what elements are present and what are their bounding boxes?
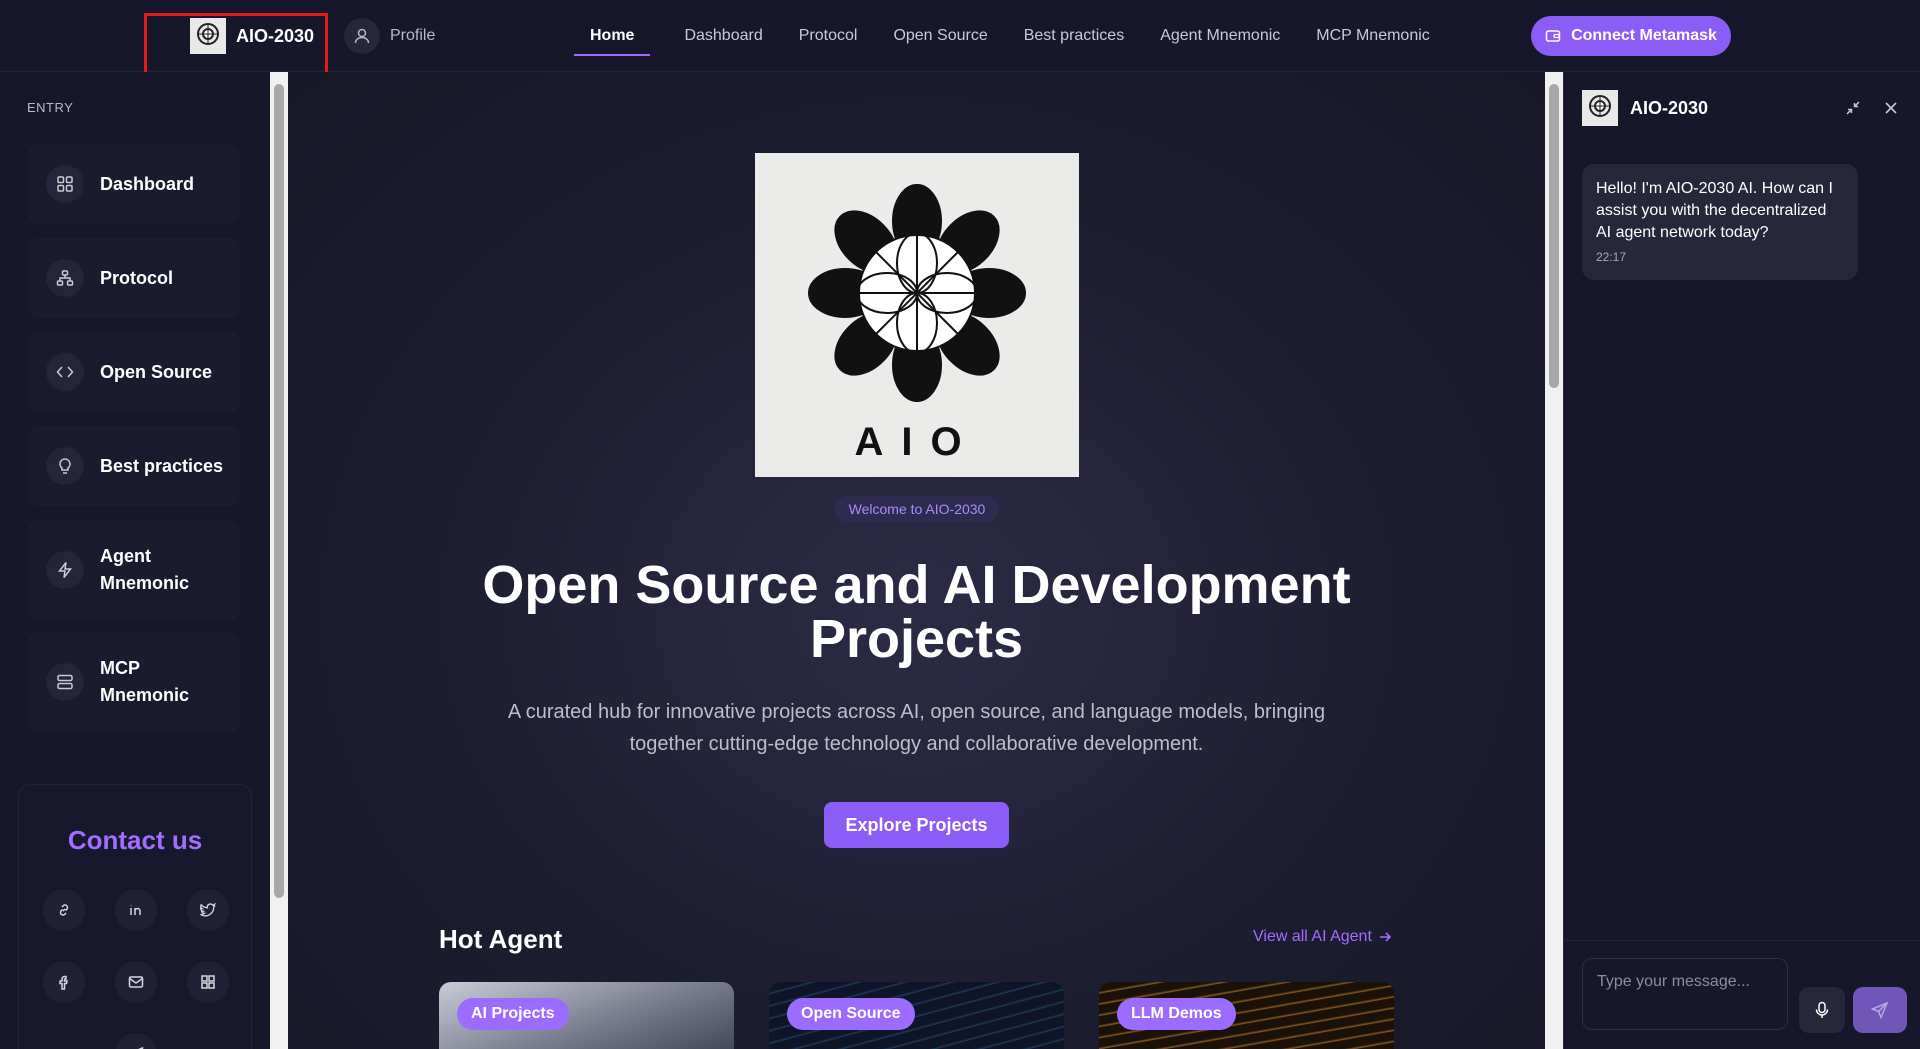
brand-link[interactable]: AIO-2030	[190, 18, 314, 54]
sidebar-item-open-source[interactable]: Open Source	[28, 332, 240, 412]
sidebar-item-protocol[interactable]: Protocol	[28, 238, 240, 318]
aio-logo-icon	[190, 18, 226, 54]
brand-name: AIO-2030	[236, 25, 315, 46]
profile-link[interactable]: Profile	[344, 18, 435, 54]
main-scrollbar[interactable]	[1545, 72, 1563, 1049]
apps-icon[interactable]	[187, 961, 229, 1003]
message-time: 22:17	[1596, 250, 1627, 264]
nav-best-practices[interactable]: Best practices	[1022, 0, 1126, 72]
chat-message-input[interactable]: Type your message...	[1582, 958, 1788, 1030]
card-tag: LLM Demos	[1117, 998, 1236, 1030]
explore-projects-button[interactable]: Explore Projects	[824, 802, 1009, 848]
hot-agent-title: Hot Agent	[439, 924, 563, 954]
sidebar-item-dashboard[interactable]: Dashboard	[28, 144, 240, 224]
hero-title: Open Source and AI Development Projects	[482, 555, 1351, 669]
twitter-icon[interactable]	[187, 889, 229, 931]
sidebar-item-best-practices[interactable]: Best practices	[28, 426, 240, 506]
nav-open-source[interactable]: Open Source	[891, 0, 989, 72]
left-sidebar: ENTRY Dashboard Protocol Open Source Bes…	[0, 72, 270, 1049]
bolt-icon	[46, 551, 84, 589]
chat-title: AIO-2030	[1630, 97, 1709, 118]
nav-dashboard[interactable]: Dashboard	[682, 0, 764, 72]
agent-card[interactable]: Open Source	[769, 982, 1064, 1049]
sidebar-item-agent-mnemonic[interactable]: Agent Mnemonic	[28, 520, 240, 620]
agent-card[interactable]: AI Projects	[439, 982, 734, 1049]
connect-metamask-button[interactable]: Connect Metamask	[1531, 16, 1731, 56]
main-content: AIO Welcome to AIO-2030 Open Source and …	[288, 72, 1545, 1049]
welcome-badge: Welcome to AIO-2030	[835, 496, 999, 522]
assistant-message: Hello! I'm AIO-2030 AI. How can I assist…	[1582, 164, 1858, 280]
sidebar-title: ENTRY	[27, 100, 74, 115]
sidebar-item-label: MCP Mnemonic	[100, 658, 190, 705]
nav-protocol[interactable]: Protocol	[797, 0, 860, 72]
facebook-icon[interactable]	[43, 961, 85, 1003]
linkedin-icon[interactable]	[115, 889, 157, 931]
network-icon	[46, 259, 84, 297]
send-button[interactable]	[1853, 987, 1907, 1033]
scrollbar-thumb[interactable]	[1549, 84, 1559, 388]
sidebar-item-label: Best practices	[100, 455, 224, 476]
mail-icon[interactable]	[115, 961, 157, 1003]
minimize-icon[interactable]	[1839, 94, 1867, 122]
scrollbar-thumb[interactable]	[274, 84, 284, 898]
message-text: Hello! I'm AIO-2030 AI. How can I assist…	[1596, 180, 1833, 241]
chat-divider	[1564, 940, 1920, 941]
chat-panel: AIO-2030 Hello! I'm AIO-2030 AI. How can…	[1563, 72, 1920, 1049]
arrow-right-icon	[1379, 932, 1392, 942]
grid-icon	[46, 165, 84, 203]
lightbulb-icon	[46, 447, 84, 485]
profile-label: Profile	[390, 27, 436, 44]
agent-card[interactable]: LLM Demos	[1099, 982, 1394, 1049]
sidebar-item-label: Open Source	[100, 361, 213, 382]
microphone-button[interactable]	[1799, 987, 1845, 1033]
link-icon[interactable]	[43, 889, 85, 931]
main-nav: Home Dashboard Protocol Open Source Best…	[574, 0, 1432, 72]
sidebar-item-label: Protocol	[100, 267, 174, 288]
contact-title: Contact us	[67, 825, 203, 855]
microphone-icon	[1815, 1001, 1829, 1018]
sidebar-scrollbar[interactable]	[270, 72, 288, 1049]
sidebar-item-mcp-mnemonic[interactable]: MCP Mnemonic	[28, 632, 240, 732]
hero-subtitle: A curated hub for innovative projects ac…	[507, 701, 1326, 755]
aio-hero-logo: AIO	[755, 153, 1079, 477]
nav-agent-mnemonic[interactable]: Agent Mnemonic	[1158, 0, 1282, 72]
view-all-agents-link[interactable]: View all AI Agent	[1253, 928, 1392, 946]
card-tag: Open Source	[787, 998, 915, 1030]
connect-label: Connect Metamask	[1571, 27, 1717, 44]
telegram-icon[interactable]	[115, 1033, 157, 1049]
view-all-label: View all AI Agent	[1253, 928, 1372, 945]
nav-mcp-mnemonic[interactable]: MCP Mnemonic	[1314, 0, 1432, 72]
contact-panel: Contact us	[18, 784, 252, 1049]
send-icon	[1871, 1001, 1889, 1019]
sidebar-item-label: Dashboard	[100, 173, 195, 194]
user-icon	[344, 18, 380, 54]
close-icon[interactable]	[1877, 94, 1905, 122]
sidebar-item-label: Agent Mnemonic	[100, 546, 190, 593]
top-navbar: AIO-2030 Profile Home Dashboard Protocol…	[0, 0, 1920, 82]
hero-logo-text: AIO	[854, 420, 979, 464]
aio-logo-icon	[1582, 90, 1618, 126]
card-tag: AI Projects	[457, 998, 569, 1030]
nav-home[interactable]: Home	[574, 0, 651, 72]
server-icon	[46, 663, 84, 701]
wallet-icon	[1545, 30, 1561, 42]
code-icon	[46, 353, 84, 391]
